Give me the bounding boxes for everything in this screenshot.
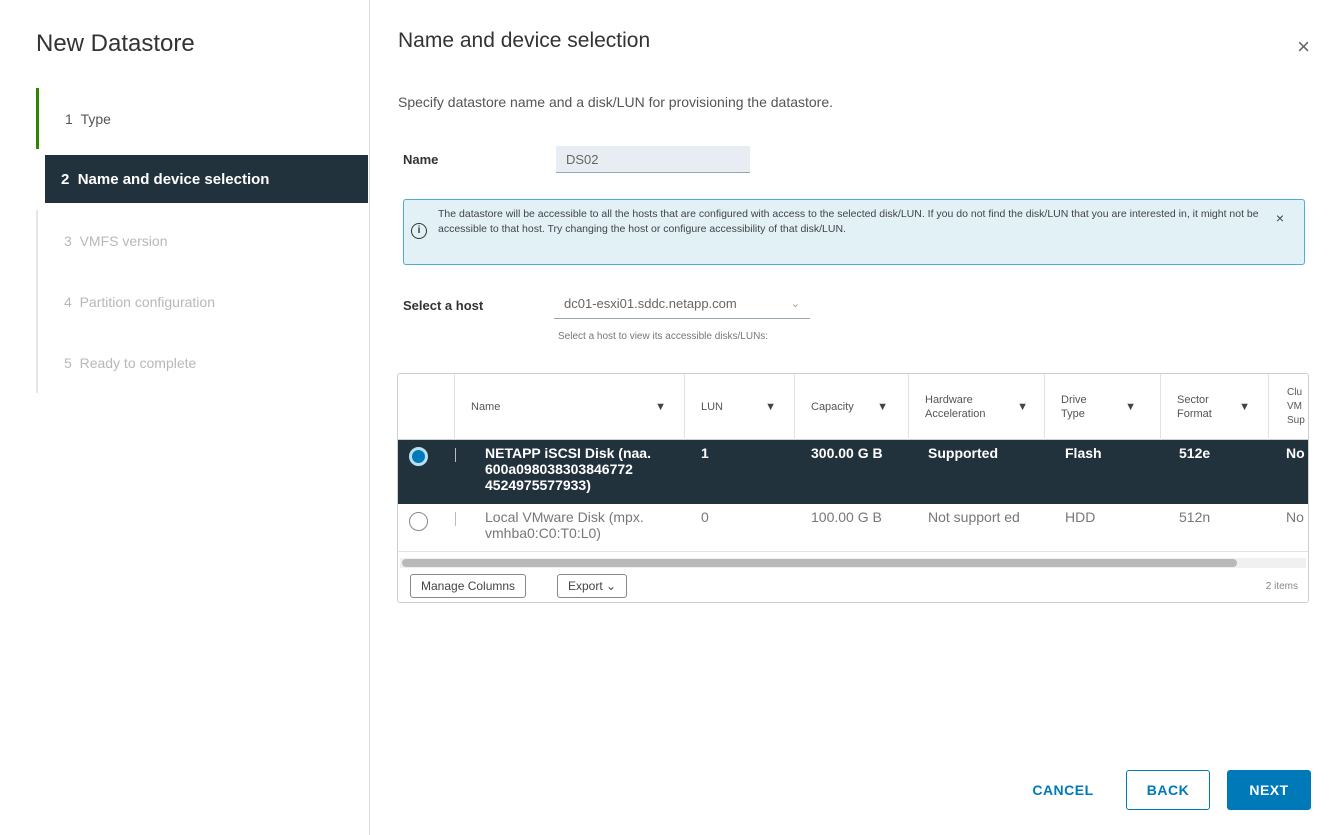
manage-columns-button[interactable]: Manage Columns (410, 574, 527, 598)
wizard-step-name-and-device[interactable]: 2 Name and device selection (45, 155, 368, 203)
back-button[interactable]: BACK (1126, 770, 1210, 810)
items-count: 2 items (1265, 581, 1298, 592)
step-number: 1 (65, 110, 73, 127)
info-icon: i (411, 223, 427, 239)
cell-sector-format: 512e (1179, 445, 1211, 461)
alert-close-icon[interactable]: × (1276, 210, 1284, 226)
chevron-down-icon: ⌄ (790, 298, 800, 310)
name-input[interactable] (556, 146, 750, 173)
column-header-capacity[interactable]: Capacity ▼ (794, 374, 908, 440)
filter-icon[interactable]: ▼ (1017, 400, 1028, 414)
cell-drive-type: HDD (1065, 509, 1096, 525)
host-label: Select a host (403, 298, 484, 313)
column-header-lun[interactable]: LUN ▼ (684, 374, 794, 440)
cancel-button[interactable]: CANCEL (1018, 770, 1108, 810)
table-row[interactable]: Local VMware Disk (mpx. vmhba0:C0:T0:L0)… (398, 504, 1308, 552)
column-label: Drive Type (1061, 394, 1087, 420)
step-label: Partition configuration (79, 293, 215, 310)
step-label: Type (80, 110, 111, 127)
step-number: 5 (64, 354, 72, 371)
step-number: 4 (64, 293, 72, 310)
column-label: Clu VM Sup (1287, 387, 1305, 426)
step-label: Name and device selection (77, 170, 270, 188)
column-label: Sector Format (1177, 394, 1212, 420)
cell-name: Local VMware Disk (mpx. vmhba0:C0:T0:L0) (485, 509, 644, 541)
wizard-step-type[interactable]: 1 Type (36, 88, 368, 149)
column-header-sector-format[interactable]: Sector Format ▼ (1160, 374, 1268, 440)
cell-hw-accel: Supported (928, 445, 998, 461)
column-header-drive-type[interactable]: Drive Type ▼ (1044, 374, 1160, 440)
row-radio-unselected[interactable] (409, 512, 428, 531)
wizard-steps: 1 Type 2 Name and device selection 3 VMF… (36, 88, 368, 393)
cell-hw-accel: Not support ed (928, 509, 1020, 525)
alert-text: The datastore will be accessible to all … (438, 208, 1259, 235)
wizard-nav: New Datastore 1 Type 2 Name and device s… (0, 0, 370, 835)
column-header-name[interactable]: Name ▼ (454, 374, 684, 440)
column-label: Capacity (811, 401, 854, 413)
cell-name: NETAPP iSCSI Disk (naa. 600a098038303846… (485, 445, 651, 493)
host-select[interactable]: dc01-esxi01.sddc.netapp.com ⌄ (554, 291, 810, 319)
row-divider (455, 512, 456, 526)
step-label: Ready to complete (79, 354, 197, 371)
cell-lun: 0 (701, 509, 709, 525)
grid-header: Name ▼ LUN ▼ Capacity ▼ Hardware Acceler… (398, 374, 1308, 440)
device-grid: Name ▼ LUN ▼ Capacity ▼ Hardware Acceler… (397, 373, 1309, 603)
filter-icon[interactable]: ▼ (655, 400, 666, 414)
cell-cluster: No (1286, 445, 1305, 461)
filter-icon[interactable]: ▼ (1125, 400, 1136, 414)
step-number: 2 (61, 170, 70, 188)
filter-icon[interactable]: ▼ (765, 400, 776, 414)
wizard-title: New Datastore (36, 30, 195, 57)
filter-icon[interactable]: ▼ (877, 400, 888, 414)
cell-capacity: 300.00 G B (811, 445, 883, 461)
column-label: LUN (701, 401, 724, 413)
cell-capacity: 100.00 G B (811, 509, 882, 525)
step-label: VMFS version (79, 232, 168, 249)
row-radio-selected[interactable] (409, 447, 428, 466)
close-icon[interactable]: × (1297, 36, 1310, 58)
host-hint: Select a host to view its accessible dis… (558, 331, 769, 342)
cell-sector-format: 512n (1179, 509, 1211, 525)
wizard-step-partition: 4 Partition configuration (36, 271, 368, 332)
column-label: Hardware Acceleration (925, 394, 986, 420)
row-divider (455, 448, 456, 462)
name-label: Name (403, 152, 439, 167)
info-alert: i The datastore will be accessible to al… (403, 199, 1305, 265)
wizard-step-vmfs-version: 3 VMFS version (36, 210, 368, 271)
table-row[interactable]: NETAPP iSCSI Disk (naa. 600a098038303846… (398, 440, 1308, 504)
wizard-step-ready: 5 Ready to complete (36, 332, 368, 393)
next-button[interactable]: NEXT (1227, 770, 1311, 810)
main-panel: Name and device selection × Specify data… (370, 0, 1340, 835)
scrollbar-thumb[interactable] (402, 559, 1237, 567)
page-subtitle: Specify datastore name and a disk/LUN fo… (398, 94, 834, 110)
cell-drive-type: Flash (1065, 445, 1102, 461)
column-header-hw-accel[interactable]: Hardware Acceleration ▼ (908, 374, 1044, 440)
horizontal-scrollbar[interactable] (400, 558, 1306, 568)
export-button[interactable]: Export ⌄ (557, 574, 628, 598)
cell-lun: 1 (701, 445, 709, 461)
column-label: Name (471, 401, 501, 413)
host-select-value: dc01-esxi01.sddc.netapp.com (564, 296, 737, 311)
cell-cluster: No (1286, 509, 1304, 525)
page-title: Name and device selection (398, 29, 651, 52)
column-header-cluster[interactable]: Clu VM Sup (1268, 374, 1308, 440)
filter-icon[interactable]: ▼ (1239, 400, 1250, 414)
grid-footer: Manage Columns Export ⌄ 2 items (398, 570, 1308, 602)
step-number: 3 (64, 232, 72, 249)
